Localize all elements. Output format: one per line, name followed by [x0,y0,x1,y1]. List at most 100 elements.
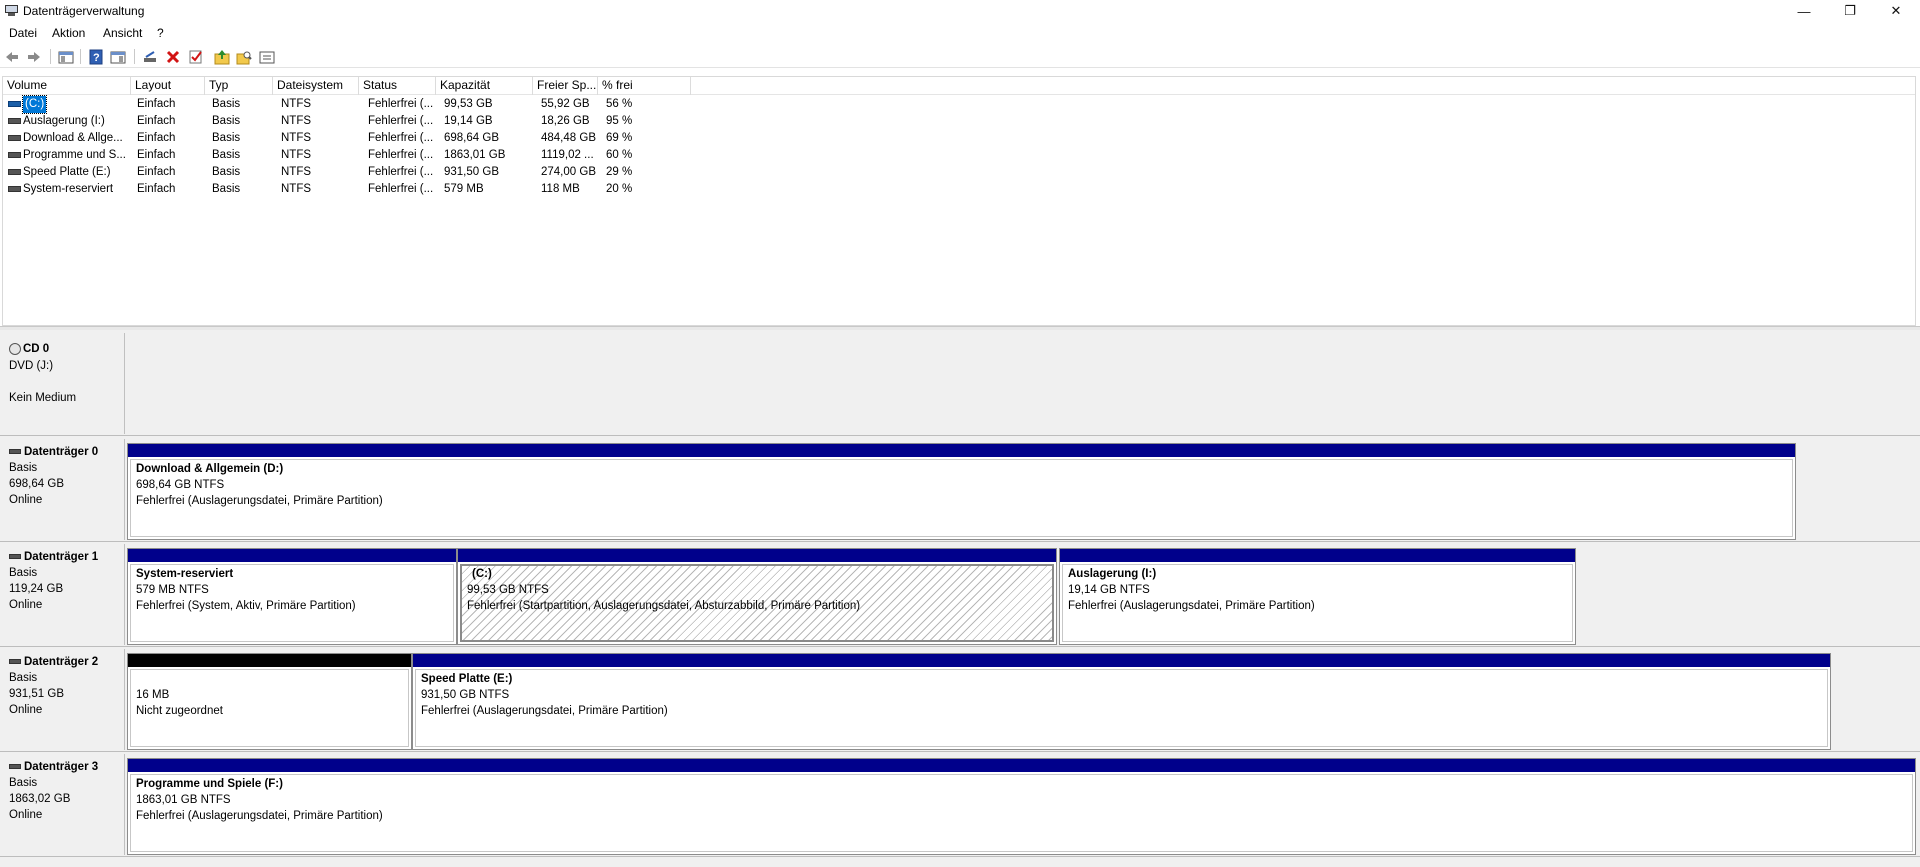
disk-row-divider [0,541,1920,542]
window-title: Datenträgerverwaltung [23,4,145,18]
partition-status: Fehlerfrei (Auslagerungsdatei, Primäre P… [136,810,383,822]
partition-title: (C:) [472,568,492,580]
partition-size: 99,53 GB NTFS [467,584,549,596]
disk-name-label: CD 0 [9,343,49,355]
volume-name: System-reserviert [23,183,114,195]
partition-body: Auslagerung (I:) 19,14 GB NTFS Fehlerfre… [1062,564,1573,642]
volume-layout: Einfach [137,166,176,178]
back-arrow-icon[interactable] [4,49,20,65]
partition-body: Speed Platte (E:) 931,50 GB NTFS Fehlerf… [415,669,1828,747]
volume-capacity: 698,64 GB [444,132,499,144]
volume-row[interactable]: (C:) Einfach Basis NTFS Fehlerfrei (... … [3,95,703,114]
menu-help[interactable]: ? [157,26,164,40]
disk-status: Online [9,599,43,611]
partition-color-bar [413,654,1830,667]
disk-row-divider [0,435,1920,436]
partition-unallocated[interactable]: 16 MB Nicht zugeordnet [127,653,412,750]
check-icon[interactable] [188,49,204,65]
console-tree-icon[interactable] [58,49,74,65]
volume-filesystem: NTFS [281,98,312,110]
folder-up-icon[interactable] [214,49,230,65]
column-header-freier-speicher[interactable]: Freier Sp... [533,77,598,95]
disk-media-status: Kein Medium [9,392,77,404]
volume-filesystem: NTFS [281,132,312,144]
volume-status: Fehlerfrei (... [368,98,434,110]
folder-search-icon[interactable] [236,49,252,65]
menu-ansicht[interactable]: Ansicht [103,26,142,40]
partition-system-reserviert[interactable]: System-reserviert 579 MB NTFS Fehlerfrei… [127,548,457,645]
volume-row[interactable]: Download & Allge... Einfach Basis NTFS F… [3,130,703,147]
delete-icon[interactable] [165,49,181,65]
volume-list[interactable]: Volume Layout Typ Dateisystem Status Kap… [2,76,1916,326]
disk-name-label: Datenträger 2 [9,656,98,668]
volume-percent-free: 29 % [606,166,633,178]
disk-label-cd0[interactable]: CD 0 DVD (J:) Kein Medium [0,333,125,434]
partition-programme-und-spiele[interactable]: Programme und Spiele (F:) 1863,01 GB NTF… [127,758,1916,855]
volume-row[interactable]: Speed Platte (E:) Einfach Basis NTFS Feh… [3,164,703,181]
disk-label-datentraeger-3[interactable]: Datenträger 3 Basis 1863,02 GB Online [0,754,125,855]
column-header-kapazitaet[interactable]: Kapazität [436,77,533,95]
disk-name-label: Datenträger 3 [9,761,98,773]
partition-body: Download & Allgemein (D:) 698,64 GB NTFS… [130,459,1793,537]
partition-size: 698,64 GB NTFS [136,479,225,491]
volume-row[interactable]: Programme und S... Einfach Basis NTFS Fe… [3,147,703,164]
partition-speed-platte[interactable]: Speed Platte (E:) 931,50 GB NTFS Fehlerf… [412,653,1831,750]
hard-disk-icon [9,764,21,770]
partition-body: Programme und Spiele (F:) 1863,01 GB NTF… [130,774,1913,852]
volume-capacity: 579 MB [444,183,484,195]
help-icon[interactable]: ? [88,49,104,65]
disk-size: 119,24 GB [9,583,64,595]
disk-size: 1863,02 GB [9,793,71,805]
partition-auslagerung[interactable]: Auslagerung (I:) 19,14 GB NTFS Fehlerfre… [1059,548,1576,645]
volume-filesystem: NTFS [281,166,312,178]
disk-label-datentraeger-0[interactable]: Datenträger 0 Basis 698,64 GB Online [0,439,125,540]
disk-type: Basis [9,567,38,579]
menu-datei[interactable]: Datei [9,26,37,40]
partition-body-selected: (C:) 99,53 GB NTFS Fehlerfrei (Startpart… [460,564,1054,642]
properties-icon[interactable] [110,49,126,65]
volume-free-space: 1119,02 ... [541,149,594,161]
volume-drive-icon [8,152,21,158]
disk-name: Datenträger 0 [24,446,99,458]
volume-name: Auslagerung (I:) [23,115,105,127]
minimize-button[interactable]: — [1781,0,1827,22]
partition-download-allgemein[interactable]: Download & Allgemein (D:) 698,64 GB NTFS… [127,443,1796,540]
menu-aktion[interactable]: Aktion [52,26,85,40]
disk-name: Datenträger 1 [24,551,99,563]
restore-button[interactable]: ❐ [1827,0,1873,22]
disk-label-datentraeger-2[interactable]: Datenträger 2 Basis 931,51 GB Online [0,649,125,750]
column-header-layout[interactable]: Layout [131,77,205,95]
disk-name: Datenträger 3 [24,761,99,773]
column-header-typ[interactable]: Typ [205,77,273,95]
volume-type: Basis [212,183,241,195]
volume-name: (C:) [21,95,48,114]
menu-bar: Datei Aktion Ansicht ? [0,22,1920,42]
volume-percent-free: 60 % [606,149,633,161]
connect-disk-icon[interactable] [142,49,158,65]
volume-filesystem: NTFS [281,183,312,195]
column-header-status[interactable]: Status [359,77,436,95]
volume-layout: Einfach [137,149,176,161]
disk-status: Online [9,494,43,506]
partition-c-selected[interactable]: (C:) 99,53 GB NTFS Fehlerfrei (Startpart… [457,548,1057,645]
column-header-dateisystem[interactable]: Dateisystem [273,77,359,95]
partition-status: Fehlerfrei (Auslagerungsdatei, Primäre P… [136,495,383,507]
list-view-icon[interactable] [259,49,275,65]
disk-type: Basis [9,777,38,789]
column-header-prozent-frei[interactable]: % frei [598,77,691,95]
column-header-volume[interactable]: Volume [3,77,131,95]
partition-color-bar [458,549,1056,562]
toolbar: ? [0,44,1920,68]
volume-free-space: 118 MB [541,183,580,195]
disk-status: Online [9,809,43,821]
volume-row[interactable]: System-reserviert Einfach Basis NTFS Feh… [3,181,703,198]
disk-name: Datenträger 2 [24,656,99,668]
forward-arrow-icon[interactable] [26,49,42,65]
volume-free-space: 484,48 GB [541,132,596,144]
disk-label-datentraeger-1[interactable]: Datenträger 1 Basis 119,24 GB Online [0,544,125,645]
volume-layout: Einfach [137,98,176,110]
volume-drive-icon [8,118,21,124]
partition-status: Fehlerfrei (System, Aktiv, Primäre Parti… [136,600,356,612]
volume-row[interactable]: Auslagerung (I:) Einfach Basis NTFS Fehl… [3,113,703,130]
close-button[interactable]: ✕ [1873,0,1919,22]
